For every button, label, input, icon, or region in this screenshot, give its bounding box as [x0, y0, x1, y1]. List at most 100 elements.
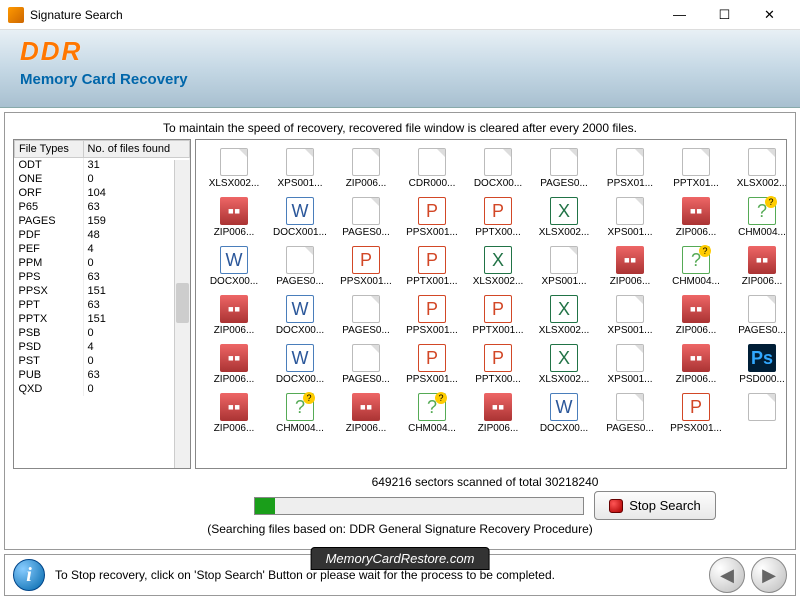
ppt-file-icon: P [484, 295, 512, 323]
file-item[interactable]: WDOCX00... [268, 342, 332, 387]
file-item[interactable]: CDR000... [400, 146, 464, 191]
close-button[interactable]: ✕ [747, 0, 792, 30]
file-item[interactable]: PAGES0... [532, 146, 596, 191]
file-type-row[interactable]: PPTX151 [15, 312, 190, 326]
file-type-row[interactable]: PUB63 [15, 368, 190, 382]
file-name: XLSX002... [534, 227, 594, 238]
file-type-row[interactable]: ORF104 [15, 186, 190, 200]
file-item[interactable]: ?CHM004... [664, 244, 728, 289]
file-item[interactable]: XPS001... [532, 244, 596, 289]
file-type-row[interactable]: ODT31 [15, 158, 190, 173]
file-type-row[interactable]: PSB0 [15, 326, 190, 340]
file-item[interactable]: ▪▪ZIP006... [664, 342, 728, 387]
left-scrollbar[interactable] [174, 160, 190, 468]
file-type-row[interactable]: PPM0 [15, 256, 190, 270]
file-type-row[interactable]: PPT63 [15, 298, 190, 312]
scrollbar-thumb[interactable] [176, 283, 189, 323]
file-item[interactable]: PPPSX001... [400, 293, 464, 338]
file-item[interactable]: PPPSX001... [664, 391, 728, 436]
file-item[interactable]: ▪▪ZIP006... [202, 342, 266, 387]
file-type-row[interactable]: PDF48 [15, 228, 190, 242]
file-type-row[interactable]: QXD0 [15, 382, 190, 396]
file-item[interactable]: ▪▪ZIP006... [202, 391, 266, 436]
file-item[interactable]: PPPSX001... [400, 342, 464, 387]
blank-file-icon [616, 148, 644, 176]
file-item[interactable]: ▪▪ZIP006... [334, 391, 398, 436]
file-item[interactable]: PPPTX00... [466, 195, 530, 240]
doc-file-icon: W [550, 393, 578, 421]
minimize-button[interactable]: — [657, 0, 702, 30]
footer-message: To Stop recovery, click on 'Stop Search'… [55, 568, 703, 582]
file-item[interactable]: ▪▪ZIP006... [598, 244, 662, 289]
file-item[interactable]: XXLSX002... [466, 244, 530, 289]
file-item[interactable]: WDOCX00... [268, 293, 332, 338]
file-type-row[interactable]: PSD4 [15, 340, 190, 354]
file-name: DOCX00... [204, 276, 264, 287]
zip-file-icon: ▪▪ [220, 344, 248, 372]
file-item[interactable]: ▪▪ZIP006... [466, 391, 530, 436]
file-name: PAGES0... [270, 276, 330, 287]
file-type-row[interactable]: PEF4 [15, 242, 190, 256]
file-item[interactable]: X XLSX002... [532, 195, 596, 240]
blank-file-icon [616, 344, 644, 372]
file-type-row[interactable]: PPSX151 [15, 284, 190, 298]
file-item[interactable]: PPSX01... [598, 146, 662, 191]
file-item[interactable]: ZIP006... [334, 146, 398, 191]
file-item[interactable]: PAGES0... [334, 342, 398, 387]
file-item[interactable]: ?CHM004... [730, 195, 787, 240]
file-name: PPTX00... [468, 374, 528, 385]
file-item[interactable]: XPS001... [598, 342, 662, 387]
xls-file-icon: X [550, 197, 578, 225]
file-item[interactable]: PPTX01... [664, 146, 728, 191]
file-item[interactable]: PsPSD000... [730, 342, 787, 387]
file-type-row[interactable]: PPS63 [15, 270, 190, 284]
file-name: PAGES0... [336, 227, 396, 238]
forward-button[interactable]: ▶ [751, 557, 787, 593]
maximize-button[interactable]: ☐ [702, 0, 747, 30]
file-item[interactable]: ▪▪ZIP006... [730, 244, 787, 289]
file-type-row[interactable]: P6563 [15, 200, 190, 214]
procedure-note: (Searching files based on: DDR General S… [13, 522, 787, 536]
col-count[interactable]: No. of files found [83, 141, 189, 158]
file-item[interactable]: XPS001... [598, 195, 662, 240]
file-item[interactable]: PPPSX001... [334, 244, 398, 289]
file-item[interactable]: ▪▪ZIP006... [202, 195, 266, 240]
file-item[interactable]: ?CHM004... [268, 391, 332, 436]
file-item[interactable]: DOCX00... [466, 146, 530, 191]
stop-search-button[interactable]: Stop Search [594, 491, 716, 520]
file-item[interactable]: PAGES0... [334, 195, 398, 240]
file-item[interactable]: PAGES0... [268, 244, 332, 289]
file-name: XLSX002... [204, 178, 264, 189]
back-button[interactable]: ◀ [709, 557, 745, 593]
titlebar: Signature Search — ☐ ✕ [0, 0, 800, 30]
file-item[interactable]: ▪▪ZIP006... [664, 195, 728, 240]
file-item[interactable]: PAGES0... [334, 293, 398, 338]
file-item[interactable]: PPPTX001... [400, 244, 464, 289]
file-type-row[interactable]: ONE0 [15, 172, 190, 186]
file-item[interactable]: ▪▪ZIP006... [202, 293, 266, 338]
file-item[interactable]: XPS001... [598, 293, 662, 338]
file-item[interactable]: WDOCX001... [268, 195, 332, 240]
file-item[interactable]: XXLSX002... [532, 342, 596, 387]
file-item[interactable] [730, 391, 787, 436]
col-file-types[interactable]: File Types [15, 141, 84, 158]
file-name: XPS001... [600, 227, 660, 238]
zip-file-icon: ▪▪ [220, 197, 248, 225]
header-banner: DDR Memory Card Recovery [0, 30, 800, 108]
file-item[interactable]: PPPSX001... [400, 195, 464, 240]
file-item[interactable]: XPS001... [268, 146, 332, 191]
file-item[interactable]: PPPTX00... [466, 342, 530, 387]
file-type-row[interactable]: PST0 [15, 354, 190, 368]
file-item[interactable]: XLSX002... [730, 146, 787, 191]
file-item[interactable]: WDOCX00... [532, 391, 596, 436]
file-item[interactable]: XXLSX002... [532, 293, 596, 338]
file-item[interactable]: PAGES0... [598, 391, 662, 436]
file-item[interactable]: ▪▪ZIP006... [664, 293, 728, 338]
file-item[interactable]: PPPTX001... [466, 293, 530, 338]
file-type-row[interactable]: PAGES159 [15, 214, 190, 228]
file-item[interactable]: XLSX002... [202, 146, 266, 191]
file-item[interactable]: WDOCX00... [202, 244, 266, 289]
file-item[interactable]: ?CHM004... [400, 391, 464, 436]
file-item[interactable]: PAGES0... [730, 293, 787, 338]
file-name: XPS001... [600, 374, 660, 385]
